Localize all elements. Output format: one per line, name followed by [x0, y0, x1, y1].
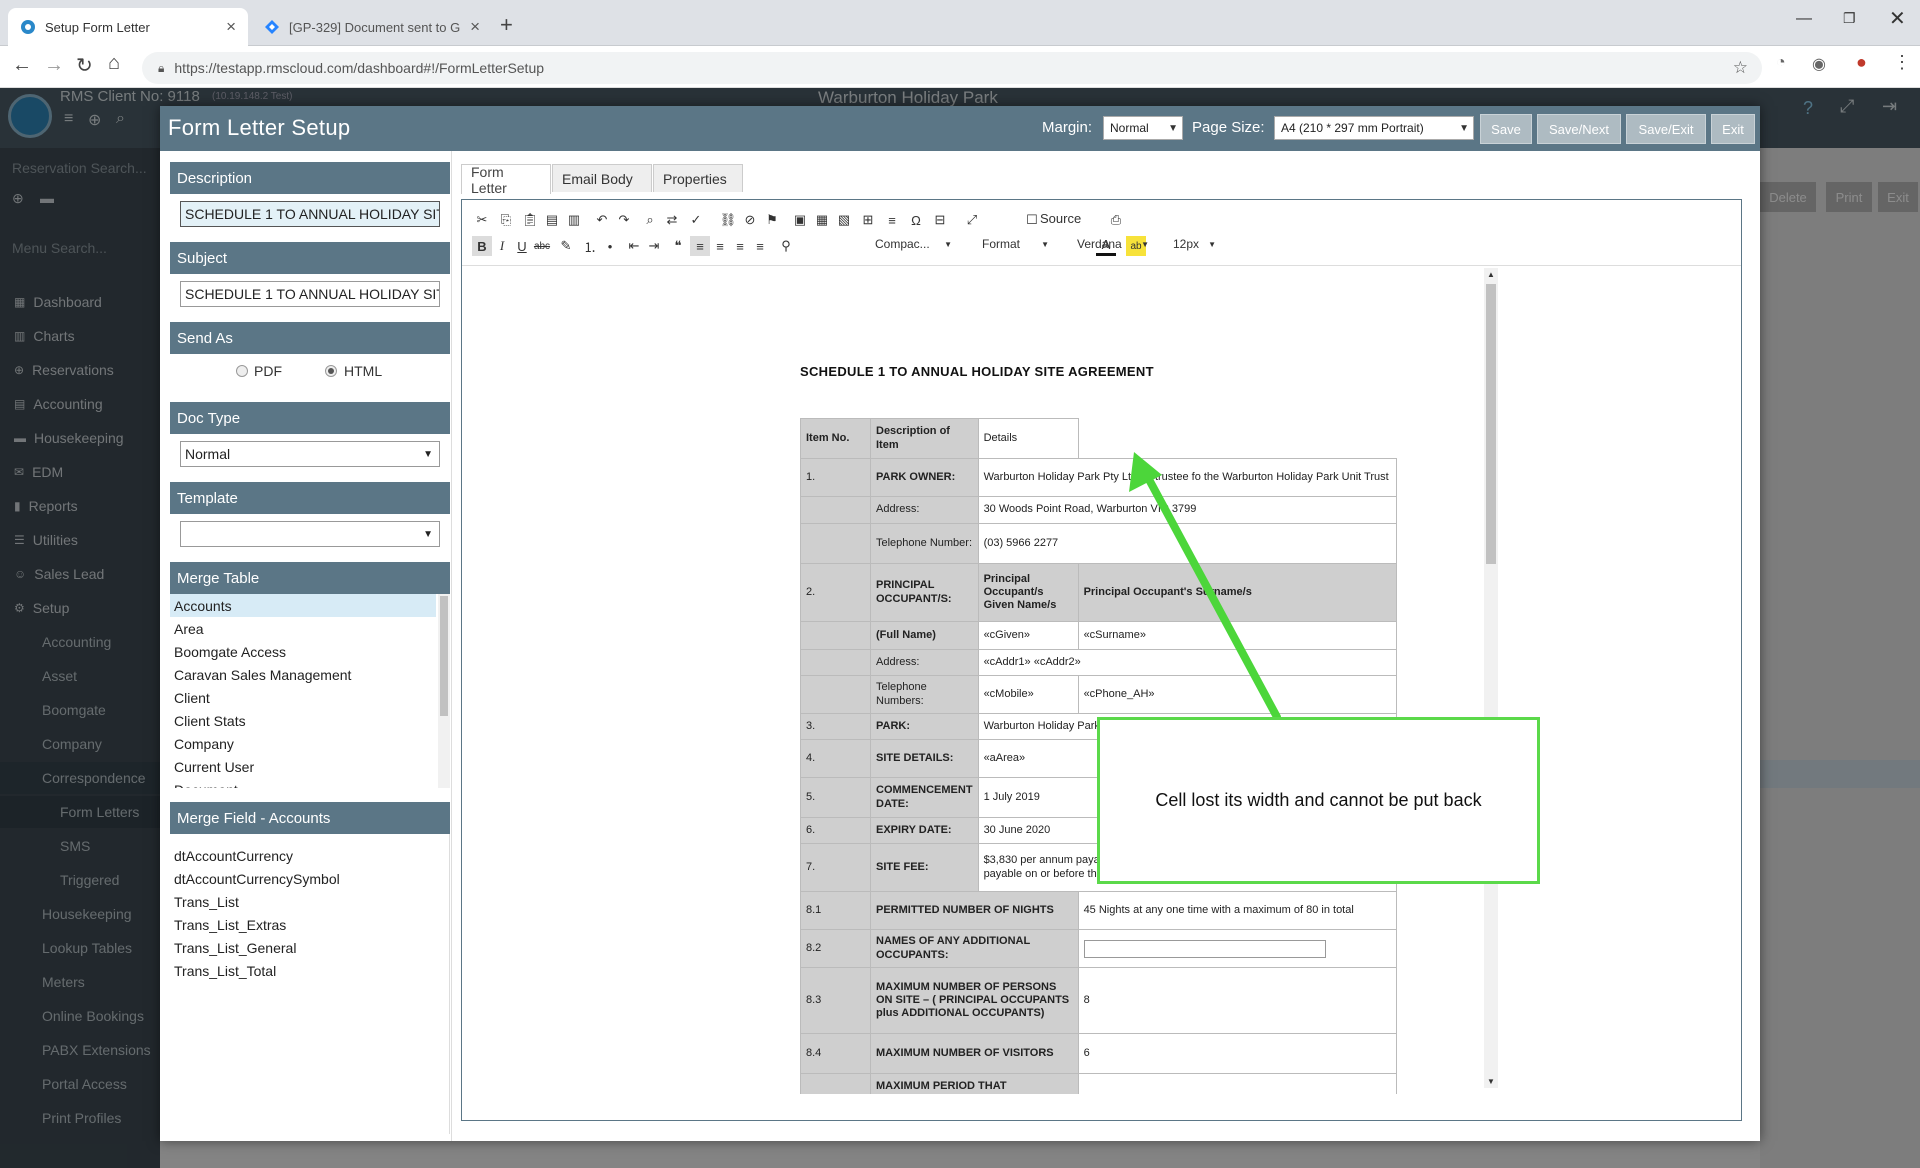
annotation-callout: Cell lost its width and cannot be put ba…: [1097, 717, 1540, 884]
annotation-arrow-shaft: [1141, 468, 1281, 721]
annotation-arrow: [1129, 452, 1281, 721]
